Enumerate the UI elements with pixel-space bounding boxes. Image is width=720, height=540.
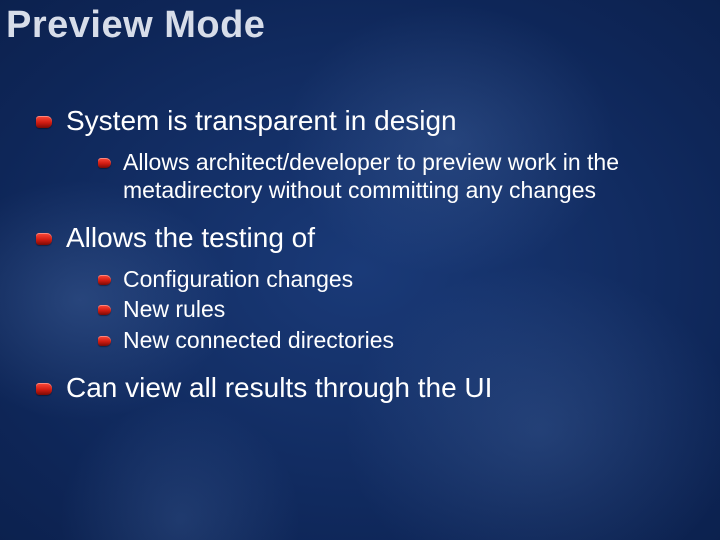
bullet-icon: [98, 336, 111, 346]
bullet-text: New connected directories: [123, 326, 394, 355]
bullet-icon: [36, 116, 52, 128]
bullet-icon: [98, 305, 111, 315]
bullet-text: Configuration changes: [123, 265, 353, 294]
bullet-text: Allows the testing of: [66, 221, 315, 255]
spacer: [36, 207, 690, 221]
bullet-text: Can view all results through the UI: [66, 371, 492, 405]
bullet-level2: Configuration changes: [98, 265, 690, 294]
bullet-level2: Allows architect/developer to preview wo…: [98, 148, 690, 206]
slide-body: System is transparent in design Allows a…: [36, 104, 690, 415]
bullet-icon: [36, 383, 52, 395]
bullet-text: Allows architect/developer to preview wo…: [123, 148, 690, 206]
slide: Preview Mode System is transparent in de…: [0, 0, 720, 540]
bullet-level1: System is transparent in design: [36, 104, 690, 138]
bullet-icon: [98, 275, 111, 285]
spacer: [36, 357, 690, 371]
bullet-text: New rules: [123, 295, 225, 324]
bullet-level2: New connected directories: [98, 326, 690, 355]
bullet-icon: [98, 158, 111, 168]
bullet-level2: New rules: [98, 295, 690, 324]
bullet-level1: Allows the testing of: [36, 221, 690, 255]
bullet-text: System is transparent in design: [66, 104, 457, 138]
slide-title: Preview Mode: [0, 0, 275, 47]
bullet-level1: Can view all results through the UI: [36, 371, 690, 405]
bullet-icon: [36, 233, 52, 245]
